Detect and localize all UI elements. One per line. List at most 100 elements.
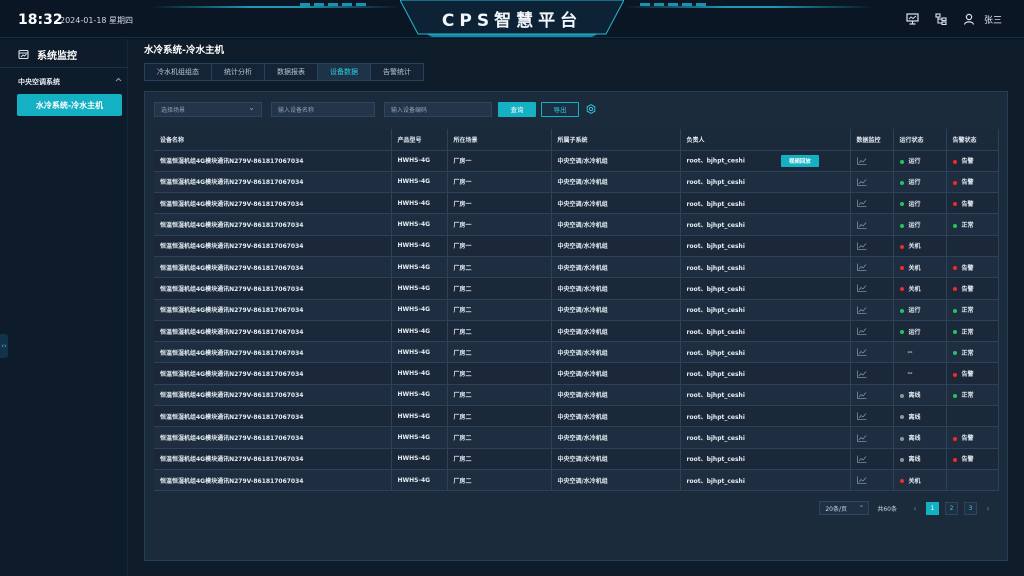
video-playback-button[interactable]: 视频回放 [780,154,819,167]
cell-alarm-status: 正常 [946,213,999,236]
cell-model: HWHS-4G [391,256,448,279]
user-icon[interactable] [960,10,978,28]
line-chart-icon[interactable] [856,221,867,229]
col-device-name: 设备名称 [154,129,392,151]
line-chart-icon[interactable] [856,434,867,442]
table-row[interactable]: 恒温恒湿机组4G模块通讯N279V-861817067034 HWHS-4G 厂房二… [154,426,999,449]
run-status-text: 关机 [908,243,921,251]
cell-subsystem: 中央空调/水冷机组 [551,235,681,257]
scene-select[interactable]: 选择场景 [154,101,262,117]
cell-monitor [850,171,894,194]
line-chart-icon[interactable] [856,412,867,421]
table-row[interactable]: 恒温恒湿机组4G模块通讯N279V-861817067034 HWHS-4G 厂房一… [154,150,999,172]
cell-scene: 厂房二 [447,341,552,364]
tab-data-report[interactable]: 数据报表 [265,64,318,80]
line-chart-icon[interactable] [856,327,867,335]
tab-chiller-config[interactable]: 冷水机组组态 [145,64,212,80]
cell-owner: root、bjhpt_ceshi [680,256,851,279]
cell-owner: root、bjhpt_ceshi [680,341,851,364]
clock-date: 2024-01-18 星期四 [60,16,134,25]
platform-title: CPS智慧平台 [441,11,583,31]
table-row[interactable]: 恒温恒湿机组4G模块通讯N279V-861817067034 HWHS-4G 厂房二… [154,362,999,385]
query-button[interactable]: 查询 [498,101,536,117]
table-row[interactable]: 恒温恒湿机组4G模块通讯N279V-861817067034 HWHS-4G 厂房二… [154,341,999,364]
monitor-icon[interactable] [904,10,922,28]
cell-alarm-status: 正常 [946,341,999,364]
line-chart-icon[interactable] [856,370,867,378]
cell-run-status: 离线 [893,384,947,407]
table-row[interactable]: 恒温恒湿机组4G模块通讯N279V-861817067034 HWHS-4G 厂房二… [154,405,999,428]
sidebar-expand-handle[interactable]: ›› [0,334,8,358]
cell-run-status: 运行 [893,320,947,343]
username[interactable]: 张三 [984,13,1002,26]
table-row[interactable]: 恒温恒湿机组4G模块通讯N279V-861817067034 HWHS-4G 厂房二… [154,299,999,321]
line-chart-icon[interactable] [856,391,867,399]
line-chart-icon[interactable] [856,284,867,293]
tab-device-data[interactable]: 设备数据 [318,64,371,80]
tab-alarm-stats[interactable]: 告警统计 [371,64,423,80]
cell-scene: 厂房一 [447,150,552,172]
line-chart-icon[interactable] [856,157,867,165]
line-chart-icon[interactable] [856,242,867,250]
table-row[interactable]: 恒温恒湿机组4G模块通讯N279V-861817067034 HWHS-4G 厂房一… [154,171,999,194]
export-button[interactable]: 导出 [541,101,579,117]
main-content: 水冷系统-冷水主机 冷水机组组态 统计分析 数据报表 设备数据 告警统计 选择场… [128,39,1024,576]
page-1-button[interactable]: 1 [926,501,939,515]
cell-alarm-status: 正常 [946,299,999,321]
alarm-status-text: 告警 [961,200,974,208]
cell-scene: 厂房二 [447,362,552,385]
owner-text: root、bjhpt_ceshi [686,307,745,315]
table-row[interactable]: 恒温恒湿机组4G模块通讯N279V-861817067034 HWHS-4G 厂房二… [154,256,999,279]
table-row[interactable]: 恒温恒湿机组4G模块通讯N279V-861817067034 HWHS-4G 厂房二… [154,448,999,470]
cell-monitor [850,235,894,257]
cell-owner: root、bjhpt_ceshi [680,277,851,300]
owner-text: root、bjhpt_ceshi [686,328,745,336]
owner-text: root、bjhpt_ceshi [686,200,745,208]
device-code-input[interactable]: 输入设备编码 [384,101,492,117]
cell-owner: root、bjhpt_ceshi [680,299,851,321]
sidebar-group-label: 中央空调系统 [18,78,60,86]
table-row[interactable]: 恒温恒湿机组4G模块通讯N279V-861817067034 HWHS-4G 厂房一… [154,235,999,257]
sidebar-group-hvac[interactable]: 中央空调系统 [18,77,122,87]
table-row[interactable]: 恒温恒湿机组4G模块通讯N279V-861817067034 HWHS-4G 厂房二… [154,384,999,407]
table-row[interactable]: 恒温恒湿机组4G模块通讯N279V-861817067034 HWHS-4G 厂房二… [154,469,999,492]
line-chart-icon[interactable] [856,263,867,272]
table-row[interactable]: 恒温恒湿机组4G模块通讯N279V-861817067034 HWHS-4G 厂房二… [154,320,999,343]
next-page-icon[interactable]: › [982,504,994,513]
line-chart-icon[interactable] [856,178,867,186]
alarm-status-dot [952,372,957,377]
table-row[interactable]: 恒温恒湿机组4G模块通讯N279V-861817067034 HWHS-4G 厂房一… [154,213,999,236]
alarm-status-text: 正常 [961,328,974,336]
alarm-status-text: 告警 [961,264,974,272]
device-name-input[interactable]: 输入设备名称 [271,101,375,117]
run-status-text: 运行 [908,222,921,230]
tab-statistics[interactable]: 统计分析 [212,64,265,80]
page-size-select[interactable]: 20条/页 [819,501,870,515]
table-row[interactable]: 恒温恒湿机组4G模块通讯N279V-861817067034 HWHS-4G 厂房二… [154,277,999,300]
cell-run-status: 离线 [893,426,947,449]
run-status-text: 运行 [908,200,921,208]
prev-page-icon[interactable]: ‹ [909,504,921,513]
col-scene: 所在场景 [447,129,552,151]
page-3-button[interactable]: 3 [964,501,977,515]
org-chart-icon[interactable] [932,10,950,28]
cell-owner: root、bjhpt_ceshi [680,362,851,385]
table-row[interactable]: 恒温恒湿机组4G模块通讯N279V-861817067034 HWHS-4G 厂房一… [154,192,999,215]
owner-text: root、bjhpt_ceshi [686,456,745,464]
page-2-button[interactable]: 2 [945,501,958,515]
cell-model: HWHS-4G [391,362,448,385]
sidebar-item-chiller[interactable]: 水冷系统-冷水主机 [17,94,122,116]
cell-run-status: 运行 [893,299,947,321]
line-chart-icon[interactable] [856,455,867,463]
cell-model: HWHS-4G [391,235,448,257]
settings-gear-icon[interactable] [586,104,596,114]
line-chart-icon[interactable] [856,199,867,208]
line-chart-icon[interactable] [856,476,867,484]
cell-alarm-status: 告警 [946,150,999,172]
line-chart-icon[interactable] [856,306,867,314]
cell-subsystem: 中央空调/水冷机组 [551,171,681,194]
line-chart-icon[interactable] [856,348,867,357]
cell-subsystem: 中央空调/水冷机组 [551,256,681,279]
cell-run-status: 关机 [893,256,947,279]
alarm-status-text: 正常 [961,349,974,357]
